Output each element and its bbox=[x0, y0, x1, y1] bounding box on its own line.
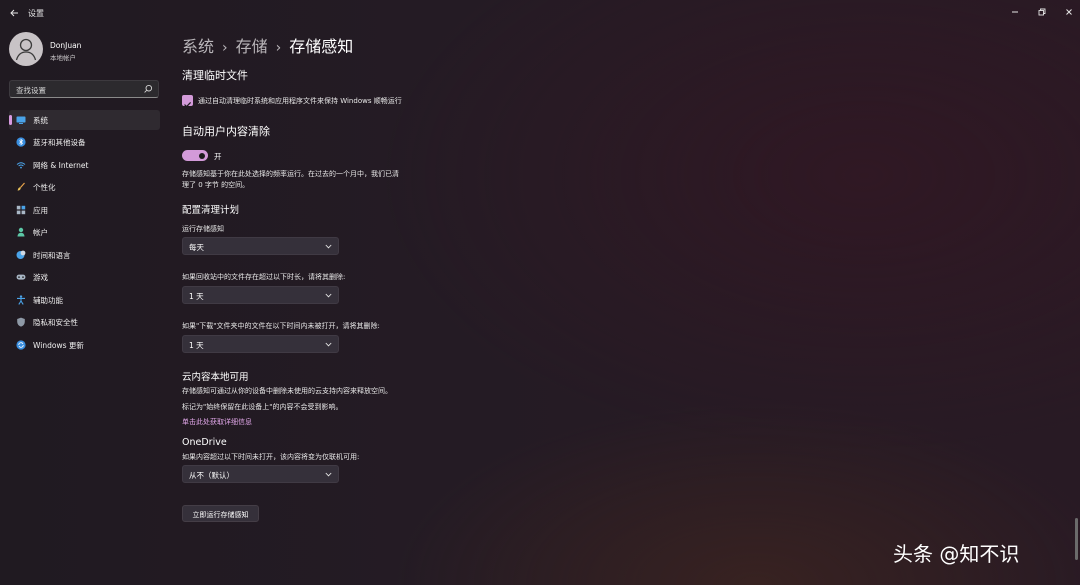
back-arrow-icon[interactable] bbox=[8, 6, 22, 20]
temp-files-checkbox[interactable] bbox=[182, 95, 193, 108]
run-button-label: 立即运行存储感知 bbox=[192, 511, 249, 519]
sidebar-item-label: 个性化 bbox=[33, 183, 56, 192]
sidebar-item-label: 辅助功能 bbox=[33, 296, 63, 305]
run-frequency-dropdown[interactable]: 每天 bbox=[182, 237, 339, 255]
sidebar-item-gaming[interactable]: 游戏 bbox=[9, 267, 160, 287]
breadcrumb-item-storage[interactable]: 存储 bbox=[236, 37, 268, 56]
watermark-logo: 头条 @知不识 bbox=[893, 542, 1020, 566]
sidebar-item-label: Windows 更新 bbox=[33, 341, 84, 350]
temp-files-heading: 清理临时文件 bbox=[182, 69, 248, 82]
onedrive-dropdown[interactable]: 从不（默认） bbox=[182, 465, 339, 483]
sidebar-item-label: 应用 bbox=[33, 206, 48, 215]
sidebar-item-label: 游戏 bbox=[33, 273, 48, 282]
breadcrumb-separator: › bbox=[275, 40, 282, 56]
close-icon bbox=[1066, 9, 1072, 15]
sidebar-item-label: 隐私和安全性 bbox=[33, 318, 78, 327]
system-icon bbox=[16, 116, 26, 124]
gamepad-icon bbox=[16, 274, 26, 280]
chevron-down-icon bbox=[325, 472, 332, 477]
chevron-down-icon bbox=[325, 293, 332, 298]
user-silhouette-icon bbox=[15, 38, 37, 61]
sidebar-item-label: 时间和语言 bbox=[33, 251, 71, 260]
run-storage-sense-label: 运行存储感知 bbox=[182, 225, 224, 233]
sidebar-item-system[interactable]: 系统 bbox=[9, 110, 160, 130]
bluetooth-icon bbox=[16, 137, 26, 147]
breadcrumb-separator: › bbox=[222, 40, 228, 56]
recycle-bin-label: 如果回收站中的文件存在超过以下时长，请将其删除: bbox=[182, 273, 346, 281]
search-icon[interactable] bbox=[143, 84, 153, 94]
sidebar-item-label: 系统 bbox=[33, 116, 48, 125]
brush-icon bbox=[17, 182, 25, 191]
breadcrumb-item-system[interactable]: 系统 bbox=[182, 37, 214, 56]
chevron-down-icon bbox=[325, 244, 332, 249]
title-bar: 设置 bbox=[0, 0, 1080, 28]
chevron-down-icon bbox=[325, 342, 332, 347]
sidebar-item-label: 蓝牙和其他设备 bbox=[33, 138, 86, 147]
accessibility-icon bbox=[17, 295, 25, 305]
sidebar-item-label: 网络 & Internet bbox=[33, 161, 89, 170]
sidebar-item-windows-update[interactable]: Windows 更新 bbox=[9, 335, 160, 355]
auto-cleanup-description: 存储感知基于你在此处选择的频率运行。在过去的一个月中，我们已清 bbox=[182, 170, 399, 178]
cloud-heading: 云内容本地可用 bbox=[182, 372, 249, 383]
cloud-description: 存储感知可通过从你的设备中删除未使用的云支持内容来释放空间。 bbox=[182, 387, 392, 395]
restore-button[interactable] bbox=[1027, 2, 1057, 22]
avatar[interactable] bbox=[9, 32, 43, 66]
details-link[interactable]: 单击此处获取详细信息 bbox=[182, 417, 252, 427]
auto-cleanup-heading: 自动用户内容清除 bbox=[182, 125, 270, 138]
onedrive-label: 如果内容超过以下时间未打开，该内容将变为仅联机可用: bbox=[182, 453, 360, 461]
auto-cleanup-description-cont: 理了 0 字节 的空间。 bbox=[182, 181, 250, 189]
sidebar-item-accessibility[interactable]: 辅助功能 bbox=[9, 290, 160, 310]
close-button[interactable] bbox=[1054, 2, 1080, 22]
dropdown-value: 1 天 bbox=[189, 341, 204, 350]
restore-icon bbox=[1038, 8, 1046, 16]
search-placeholder: 查找设置 bbox=[16, 86, 46, 95]
selection-indicator bbox=[9, 115, 12, 125]
minimize-icon bbox=[1012, 11, 1018, 13]
onedrive-heading: OneDrive bbox=[182, 437, 227, 448]
sidebar-item-accounts[interactable]: 帐户 bbox=[9, 222, 160, 242]
windows-update-icon bbox=[16, 340, 26, 350]
cloud-note: 标记为"始终保留在此设备上"的内容不会受到影响。 bbox=[182, 403, 343, 411]
sidebar-item-time-language[interactable]: 时间和语言 bbox=[9, 245, 160, 265]
run-storage-sense-button[interactable]: 立即运行存储感知 bbox=[182, 505, 259, 522]
temp-files-checkbox-label: 通过自动清理临时系统和应用程序文件来保持 Windows 顺畅运行 bbox=[198, 97, 402, 105]
sidebar-item-network[interactable]: 网络 & Internet bbox=[9, 155, 160, 175]
breadcrumb: 系统 › 存储 › 存储感知 bbox=[182, 33, 353, 57]
dropdown-value: 1 天 bbox=[189, 292, 204, 301]
sidebar-item-personalization[interactable]: 个性化 bbox=[9, 177, 160, 197]
profile-account-type: 本地帐户 bbox=[50, 54, 76, 62]
downloads-dropdown[interactable]: 1 天 bbox=[182, 335, 339, 353]
auto-cleanup-toggle[interactable] bbox=[182, 150, 208, 161]
recycle-bin-dropdown[interactable]: 1 天 bbox=[182, 286, 339, 304]
minimize-button[interactable] bbox=[1000, 2, 1030, 22]
schedule-heading: 配置清理计划 bbox=[182, 205, 240, 216]
downloads-label: 如果"下载"文件夹中的文件在以下时间内未被打开，请将其删除: bbox=[182, 322, 380, 330]
person-icon bbox=[17, 227, 25, 237]
search-input[interactable]: 查找设置 bbox=[9, 80, 159, 98]
toggle-knob bbox=[199, 152, 205, 159]
checkmark-icon bbox=[184, 101, 192, 108]
globe-clock-icon bbox=[16, 250, 26, 259]
wifi-icon bbox=[16, 162, 26, 169]
sidebar-item-apps[interactable]: 应用 bbox=[9, 200, 160, 220]
apps-icon bbox=[16, 205, 26, 215]
dropdown-value: 每天 bbox=[189, 243, 204, 252]
scrollbar-thumb[interactable] bbox=[1075, 518, 1078, 560]
sidebar-item-privacy[interactable]: 隐私和安全性 bbox=[9, 312, 160, 332]
sidebar-item-bluetooth[interactable]: 蓝牙和其他设备 bbox=[9, 132, 160, 152]
page-title: 存储感知 bbox=[289, 37, 354, 56]
dropdown-value: 从不（默认） bbox=[189, 471, 234, 480]
profile-name: DonJuan bbox=[50, 41, 82, 50]
shield-icon bbox=[17, 317, 25, 327]
sidebar-item-label: 帐户 bbox=[33, 228, 48, 237]
toggle-state-label: 开 bbox=[214, 152, 222, 161]
app-title: 设置 bbox=[28, 9, 44, 18]
